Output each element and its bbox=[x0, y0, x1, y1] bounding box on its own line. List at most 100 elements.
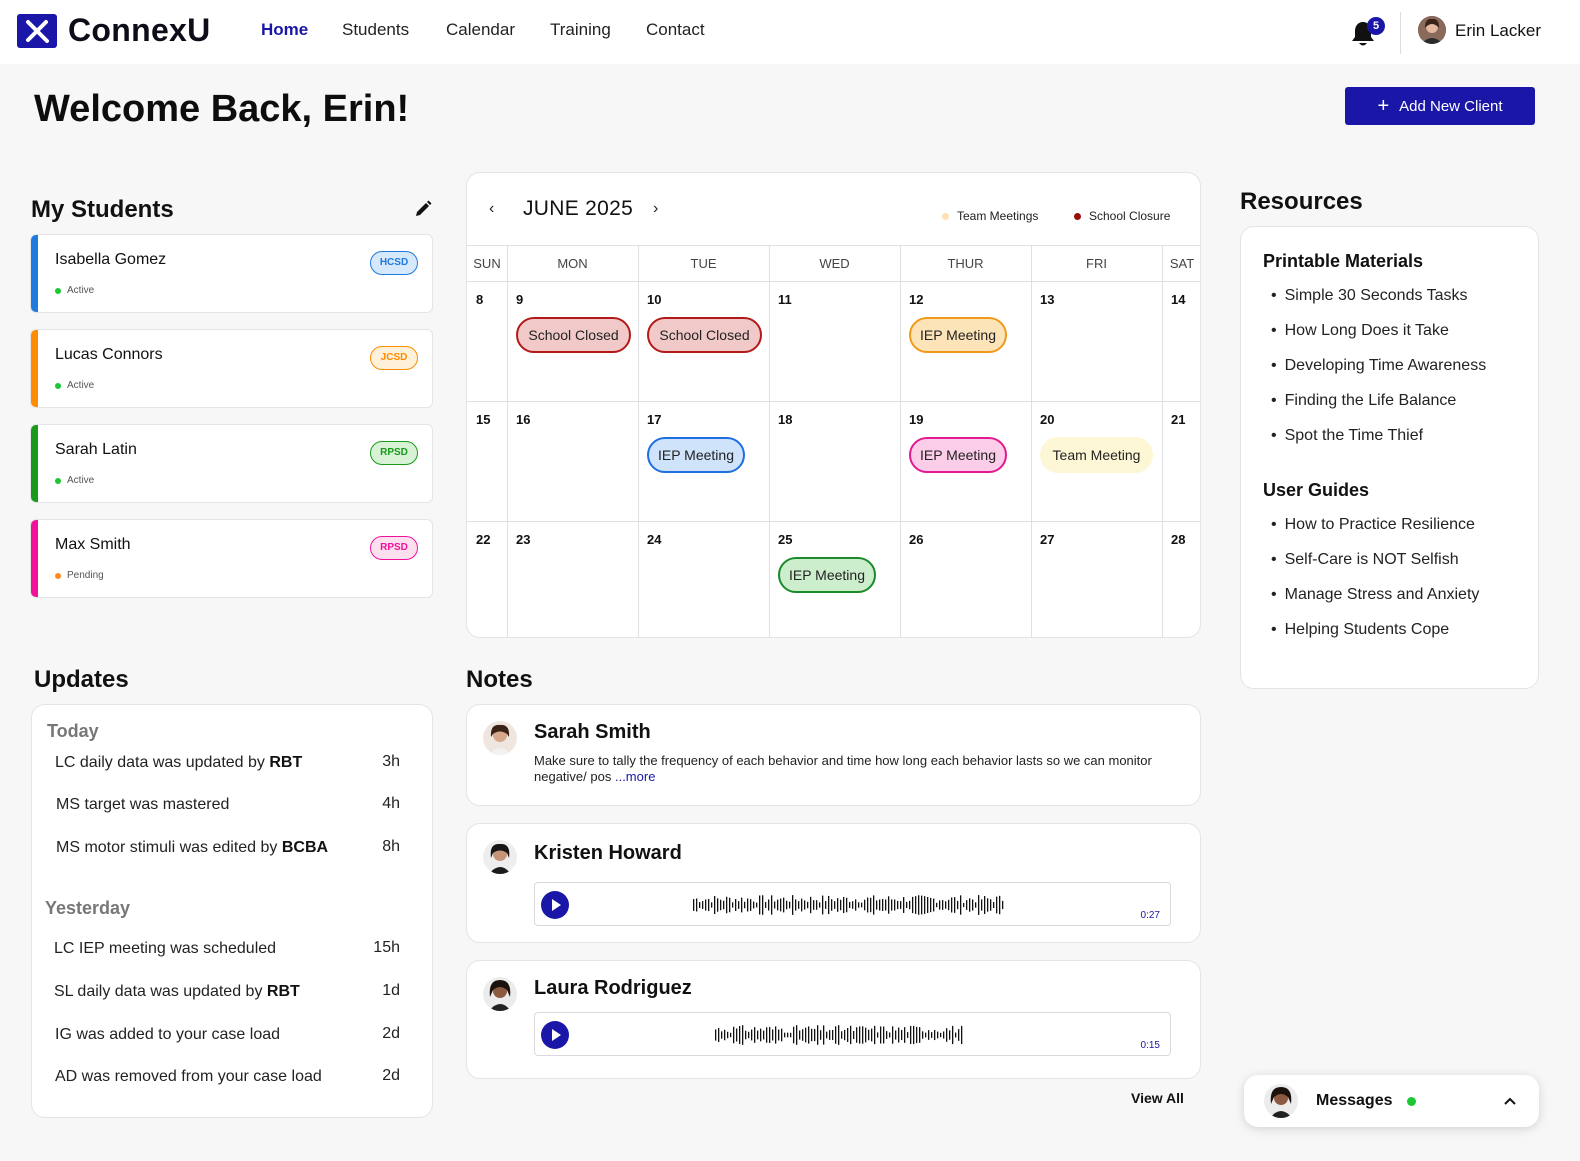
calendar-day[interactable]: 14 bbox=[1171, 292, 1185, 307]
play-icon[interactable] bbox=[541, 891, 569, 919]
resource-link[interactable]: Helping Students Cope bbox=[1271, 621, 1450, 639]
waveform-bar bbox=[871, 1028, 873, 1042]
student-color-bar bbox=[31, 330, 38, 407]
nav-students[interactable]: Students bbox=[342, 20, 409, 40]
chevron-left-icon[interactable]: ‹ bbox=[489, 200, 494, 218]
note-card[interactable]: Kristen Howard 0:27 bbox=[466, 823, 1201, 943]
resource-link[interactable]: Self-Care is NOT Selfish bbox=[1271, 551, 1459, 569]
calendar-day[interactable]: 25 bbox=[778, 532, 792, 547]
waveform-bar bbox=[874, 1025, 876, 1045]
user-name[interactable]: Erin Lacker bbox=[1455, 21, 1541, 41]
calendar-day[interactable]: 18 bbox=[778, 412, 792, 427]
status-dot bbox=[55, 287, 61, 294]
waveform-bar bbox=[901, 1029, 903, 1041]
more-link[interactable]: ...more bbox=[615, 769, 655, 784]
waveform-bar bbox=[846, 897, 848, 913]
chevron-right-icon[interactable]: › bbox=[653, 200, 658, 218]
calendar-event[interactable]: IEP Meeting bbox=[778, 557, 876, 593]
update-text: LC IEP meeting was scheduled bbox=[54, 940, 276, 958]
student-card[interactable]: Max Smith Pending RPSD bbox=[30, 519, 433, 598]
waveform-bar bbox=[804, 900, 806, 910]
calendar-day[interactable]: 23 bbox=[516, 532, 530, 547]
waveform-bar bbox=[796, 1025, 798, 1045]
note-card[interactable]: Sarah Smith Make sure to tally the frequ… bbox=[466, 704, 1201, 806]
waveform-bar bbox=[879, 899, 881, 911]
calendar-event[interactable]: School Closed bbox=[647, 317, 762, 353]
resource-link[interactable]: Simple 30 Seconds Tasks bbox=[1271, 287, 1468, 305]
nav-home[interactable]: Home bbox=[261, 20, 308, 40]
calendar-day[interactable]: 16 bbox=[516, 412, 530, 427]
student-card[interactable]: Isabella Gomez Active HCSD bbox=[30, 234, 433, 313]
calendar-day[interactable]: 11 bbox=[778, 292, 792, 307]
calendar-day[interactable]: 17 bbox=[647, 412, 661, 427]
waveform-bar bbox=[772, 1029, 774, 1041]
calendar-day[interactable]: 13 bbox=[1040, 292, 1054, 307]
waveform-bar bbox=[990, 899, 992, 911]
logo-text[interactable]: ConnexU bbox=[68, 12, 211, 49]
calendar-day[interactable]: 9 bbox=[516, 292, 523, 307]
messages-widget[interactable]: Messages bbox=[1244, 1075, 1539, 1127]
resource-link[interactable]: Spot the Time Thief bbox=[1271, 427, 1423, 445]
waveform-bar bbox=[954, 897, 956, 913]
waveform-bar bbox=[730, 1032, 732, 1038]
calendar-day[interactable]: 27 bbox=[1040, 532, 1054, 547]
student-card[interactable]: Sarah Latin Active RPSD bbox=[30, 424, 433, 503]
waveform-bar bbox=[739, 1026, 741, 1044]
play-icon[interactable] bbox=[541, 1021, 569, 1049]
nav-contact[interactable]: Contact bbox=[646, 20, 705, 40]
calendar-day[interactable]: 10 bbox=[647, 292, 661, 307]
calendar-day[interactable]: 24 bbox=[647, 532, 661, 547]
calendar-day[interactable]: 12 bbox=[909, 292, 923, 307]
calendar-event[interactable]: Team Meeting bbox=[1040, 437, 1153, 473]
resource-link[interactable]: How to Practice Resilience bbox=[1271, 516, 1475, 534]
calendar-day[interactable]: 26 bbox=[909, 532, 923, 547]
update-group-label: Yesterday bbox=[45, 898, 131, 918]
waveform-bar bbox=[993, 901, 995, 909]
waveform-bar bbox=[937, 1031, 939, 1039]
calendar-event[interactable]: IEP Meeting bbox=[909, 437, 1007, 473]
calendar-day[interactable]: 21 bbox=[1171, 412, 1185, 427]
chevron-up-icon[interactable] bbox=[1502, 1093, 1518, 1109]
add-client-button[interactable]: + Add New Client bbox=[1345, 87, 1535, 125]
nav-training[interactable]: Training bbox=[550, 20, 611, 40]
view-all-link[interactable]: View All bbox=[1131, 1090, 1184, 1106]
waveform-bar bbox=[717, 898, 719, 912]
waveform-bar bbox=[832, 1029, 834, 1041]
calendar-day[interactable]: 15 bbox=[476, 412, 490, 427]
waveform-bar bbox=[943, 1031, 945, 1039]
pencil-icon[interactable] bbox=[413, 199, 433, 219]
waveform-bar bbox=[744, 901, 746, 909]
calendar-event[interactable]: School Closed bbox=[516, 317, 631, 353]
calendar-day[interactable]: 28 bbox=[1171, 532, 1185, 547]
user-avatar[interactable] bbox=[1418, 16, 1446, 44]
waveform-bar bbox=[748, 1031, 750, 1039]
resource-link[interactable]: Developing Time Awareness bbox=[1271, 357, 1487, 375]
note-card[interactable]: Laura Rodriguez 0:15 bbox=[466, 960, 1201, 1079]
calendar-day[interactable]: 19 bbox=[909, 412, 923, 427]
calendar-day[interactable]: 20 bbox=[1040, 412, 1054, 427]
waveform[interactable] bbox=[693, 891, 1007, 919]
waveform-bar bbox=[930, 897, 932, 913]
waveform-bar bbox=[753, 901, 755, 909]
updates-title: Updates bbox=[34, 666, 129, 693]
student-card[interactable]: Lucas Connors Active JCSD bbox=[30, 329, 433, 408]
update-time: 2d bbox=[382, 1025, 400, 1042]
calendar-day[interactable]: 8 bbox=[476, 292, 483, 307]
resource-link[interactable]: Finding the Life Balance bbox=[1271, 392, 1457, 410]
calendar-day[interactable]: 22 bbox=[476, 532, 490, 547]
notes-title: Notes bbox=[466, 666, 533, 693]
waveform[interactable] bbox=[715, 1021, 965, 1049]
waveform-bar bbox=[927, 897, 929, 913]
student-name: Isabella Gomez bbox=[55, 251, 167, 268]
resource-link[interactable]: How Long Does it Take bbox=[1271, 322, 1449, 340]
resource-link[interactable]: Manage Stress and Anxiety bbox=[1271, 586, 1480, 604]
nav-calendar[interactable]: Calendar bbox=[446, 20, 515, 40]
waveform-bar bbox=[793, 1026, 795, 1044]
calendar-event[interactable]: IEP Meeting bbox=[909, 317, 1007, 353]
waveform-bar bbox=[883, 1026, 885, 1044]
waveform-bar bbox=[999, 895, 1001, 915]
waveform-bar bbox=[916, 1026, 918, 1044]
logo-icon[interactable] bbox=[17, 14, 57, 48]
calendar-row-line bbox=[467, 401, 1200, 402]
calendar-event[interactable]: IEP Meeting bbox=[647, 437, 745, 473]
